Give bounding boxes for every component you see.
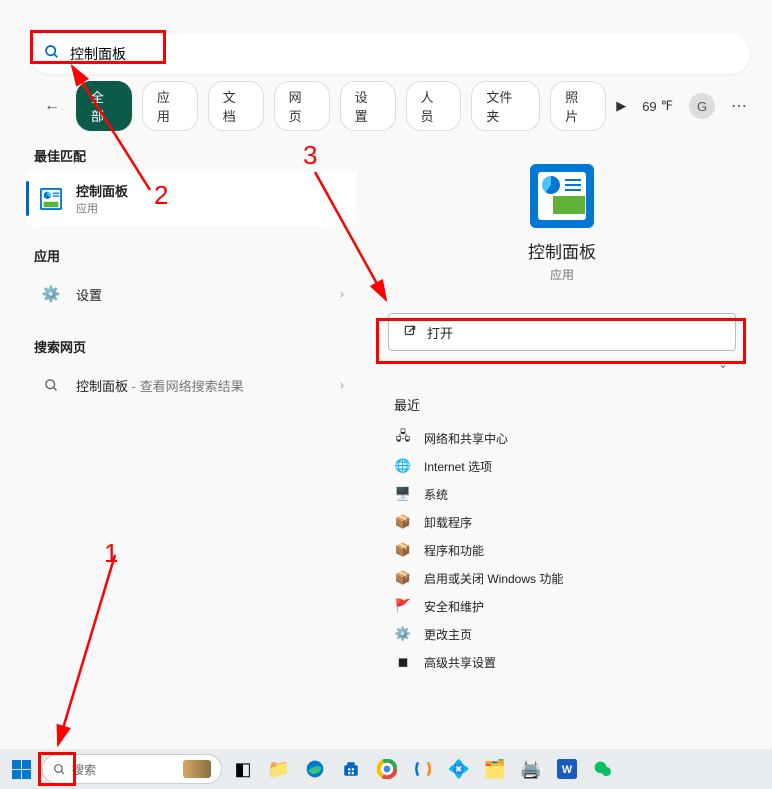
recent-item[interactable]: 🖧网络和共享中心: [388, 424, 736, 452]
recent-item[interactable]: 🌐Internet 选项: [388, 452, 736, 480]
best-match-header: 最佳匹配: [26, 140, 356, 171]
uninstall-icon: 📦: [394, 513, 412, 531]
recent-header: 最近: [388, 395, 736, 414]
preview-app-icon: [530, 164, 594, 228]
open-button[interactable]: 打开: [388, 313, 736, 351]
sharing-icon: ◼: [394, 653, 412, 671]
windows-features-icon: 📦: [394, 569, 412, 587]
preview-title: 控制面板: [378, 238, 746, 263]
recent-item[interactable]: ◼高级共享设置: [388, 648, 736, 676]
app-icon[interactable]: 💠: [444, 754, 474, 784]
play-icon[interactable]: ▶: [616, 98, 626, 114]
search-input[interactable]: [70, 46, 736, 62]
result-title: 控制面板: [76, 181, 128, 200]
result-subtitle: 应用: [76, 200, 128, 216]
windows-logo-icon: [12, 760, 31, 779]
result-settings[interactable]: ⚙️ 设置 ›: [26, 271, 356, 317]
expand-chevron[interactable]: ⌄: [378, 351, 746, 371]
tab-all[interactable]: 全部: [76, 81, 132, 131]
chrome-icon[interactable]: [372, 754, 402, 784]
settings-label: 设置: [76, 285, 102, 304]
recent-item[interactable]: 📦启用或关闭 Windows 功能: [388, 564, 736, 592]
tab-people[interactable]: 人员: [406, 81, 462, 131]
apps-header: 应用: [26, 240, 356, 271]
taskbar-search[interactable]: 搜索: [42, 754, 222, 784]
taskbar: 搜索 ◧ 📁 💠 🗂️ 🖨️ W: [0, 749, 772, 789]
explorer-icon[interactable]: 📁: [264, 754, 294, 784]
app-icon[interactable]: 🖨️: [516, 754, 546, 784]
result-control-panel[interactable]: 控制面板 应用: [26, 171, 356, 226]
weather-widget[interactable]: 69℉: [642, 98, 673, 114]
search-icon: [44, 44, 60, 65]
taskbar-search-placeholder: 搜索: [72, 761, 96, 778]
search-icon: [53, 763, 66, 776]
preview-column: 控制面板 应用 打开 ⌄ 最近 🖧网络和共享中心 🌐Internet 选项 🖥️…: [378, 140, 746, 676]
recent-item[interactable]: 📦卸载程序: [388, 508, 736, 536]
recent-item[interactable]: 🚩安全和维护: [388, 592, 736, 620]
svg-text:W: W: [562, 764, 573, 776]
internet-icon: 🌐: [394, 457, 412, 475]
system-icon: 🖥️: [394, 485, 412, 503]
tab-folders[interactable]: 文件夹: [471, 81, 540, 131]
start-button[interactable]: [6, 754, 36, 784]
recent-item[interactable]: 📦程序和功能: [388, 536, 736, 564]
web-header: 搜索网页: [26, 331, 356, 362]
results-column: 最佳匹配 控制面板 应用 应用 ⚙️ 设置 › 搜索网页 控制面板 - 查看网络…: [26, 140, 356, 408]
homepage-icon: ⚙️: [394, 625, 412, 643]
wechat-icon[interactable]: [588, 754, 618, 784]
tab-photos[interactable]: 照片: [550, 81, 606, 131]
result-web-search[interactable]: 控制面板 - 查看网络搜索结果 ›: [26, 362, 356, 408]
recent-item[interactable]: 🖥️系统: [388, 480, 736, 508]
chevron-right-icon: ›: [340, 378, 344, 392]
network-icon: 🖧: [394, 429, 412, 447]
back-button[interactable]: ←: [38, 92, 66, 120]
tab-settings[interactable]: 设置: [340, 81, 396, 131]
start-search-panel: ← 全部 应用 文档 网页 设置 人员 文件夹 照片 ▶ 69℉ G ⋯ 最佳匹…: [0, 0, 772, 751]
copilot-icon[interactable]: [408, 754, 438, 784]
recent-item[interactable]: ⚙️更改主页: [388, 620, 736, 648]
security-icon: 🚩: [394, 597, 412, 615]
chevron-right-icon: ›: [340, 287, 344, 301]
word-icon[interactable]: W: [552, 754, 582, 784]
user-avatar[interactable]: G: [689, 93, 715, 119]
gear-icon: ⚙️: [38, 281, 64, 307]
tab-docs[interactable]: 文档: [208, 81, 264, 131]
search-bar[interactable]: [30, 34, 750, 74]
filter-tabs: ← 全部 应用 文档 网页 设置 人员 文件夹 照片 ▶ 69℉ G ⋯: [38, 88, 748, 124]
open-icon: [403, 324, 417, 341]
open-label: 打开: [427, 323, 453, 342]
web-result-text: 控制面板 - 查看网络搜索结果: [76, 376, 244, 395]
search-highlight-icon: [183, 760, 211, 778]
more-button[interactable]: ⋯: [731, 96, 748, 116]
app-icon[interactable]: 🗂️: [480, 754, 510, 784]
programs-icon: 📦: [394, 541, 412, 559]
search-icon: [38, 372, 64, 398]
control-panel-icon: [38, 186, 64, 212]
tab-apps[interactable]: 应用: [142, 81, 198, 131]
store-icon[interactable]: [336, 754, 366, 784]
edge-icon[interactable]: [300, 754, 330, 784]
task-view-icon[interactable]: ◧: [228, 754, 258, 784]
preview-subtitle: 应用: [378, 266, 746, 283]
recent-section: 最近 🖧网络和共享中心 🌐Internet 选项 🖥️系统 📦卸载程序 📦程序和…: [388, 395, 736, 676]
tab-web[interactable]: 网页: [274, 81, 330, 131]
